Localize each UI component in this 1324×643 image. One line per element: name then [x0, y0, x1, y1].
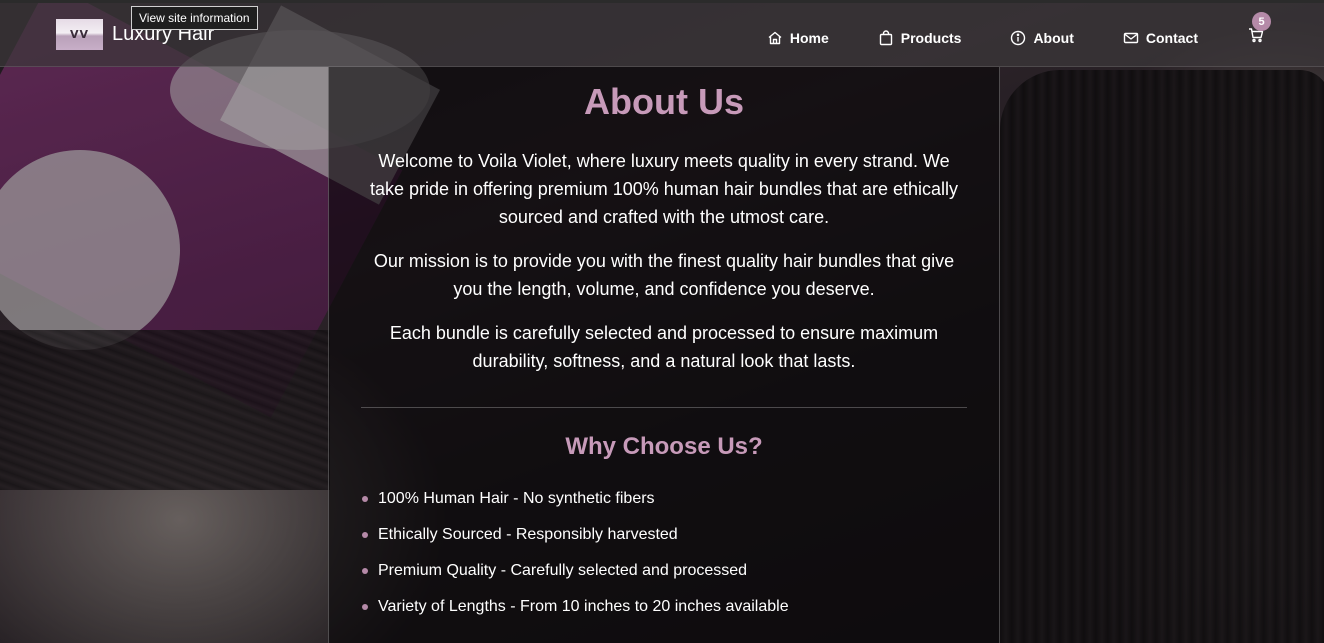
main-nav: Home Products About Contact 5 [767, 12, 1271, 48]
nav-contact-label: Contact [1145, 29, 1198, 46]
nav-contact[interactable]: Contact [1123, 30, 1198, 46]
site-info-tooltip: View site information [131, 6, 258, 30]
nav-products[interactable]: Products [878, 29, 962, 46]
page-title: About Us [584, 81, 744, 122]
why-choose-title: Why Choose Us? [565, 433, 763, 460]
nav-home-label: Home [789, 29, 829, 46]
about-paragraph: Each bundle is carefully selected and pr… [389, 323, 939, 371]
site-header: VV Luxury Hair View site information Hom… [0, 0, 1324, 67]
about-text: Welcome to Voila Violet, where luxury me… [361, 147, 967, 391]
home-icon [767, 30, 783, 46]
nav-about-label: About [1033, 29, 1074, 46]
feature-text: 100% Human Hair - No synthetic fibers [378, 490, 655, 507]
features-list: 100% Human Hair - No synthetic fibers Et… [362, 481, 789, 625]
bullet-icon [362, 496, 368, 502]
list-item: 100% Human Hair - No synthetic fibers [362, 481, 789, 517]
bullet-icon [362, 532, 368, 538]
bullet-icon [362, 604, 368, 610]
info-icon [1010, 30, 1026, 46]
list-item: Variety of Lengths - From 10 inches to 2… [362, 589, 789, 625]
cart-count-badge: 5 [1252, 12, 1271, 31]
about-paragraph: Welcome to Voila Violet, where luxury me… [369, 151, 958, 227]
about-section: About Us Welcome to Voila Violet, where … [328, 67, 1000, 643]
feature-text: Premium Quality - Carefully selected and… [378, 562, 748, 579]
mail-icon [1123, 30, 1139, 46]
feature-text: Variety of Lengths - From 10 inches to 2… [378, 598, 789, 615]
list-item: Premium Quality - Carefully selected and… [362, 553, 789, 589]
shopping-bag-icon [878, 29, 894, 46]
nav-about[interactable]: About [1010, 29, 1074, 46]
cart-icon [1248, 28, 1264, 47]
nav-products-label: Products [900, 29, 962, 46]
brand-logo: VV [56, 19, 103, 50]
cart-button[interactable]: 5 [1248, 12, 1271, 48]
bullet-icon [362, 568, 368, 574]
logo-text: VV [69, 28, 90, 41]
list-item: Ethically Sourced - Responsibly harveste… [362, 517, 789, 553]
section-divider [361, 407, 967, 408]
about-paragraph: Our mission is to provide you with the f… [373, 251, 955, 299]
feature-text: Ethically Sourced - Responsibly harveste… [378, 526, 678, 543]
nav-home[interactable]: Home [767, 30, 829, 46]
